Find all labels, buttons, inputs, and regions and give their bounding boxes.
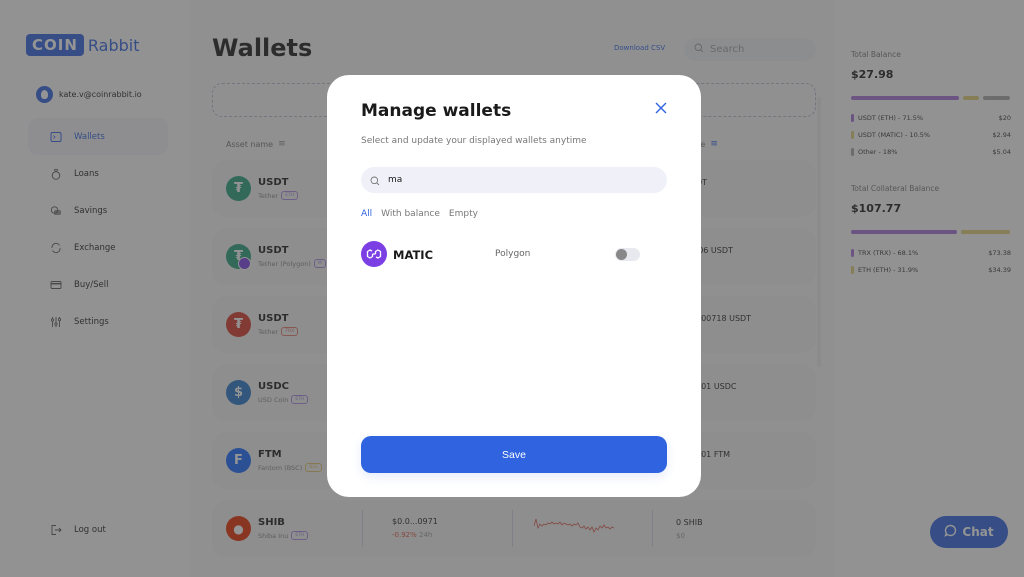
wallet-list-item: MATIC Polygon	[361, 241, 641, 267]
modal-subtitle: Select and update your displayed wallets…	[361, 136, 587, 146]
wallet-search-field[interactable]	[361, 167, 667, 193]
filter-tab-with-balance[interactable]: With balance	[381, 209, 440, 219]
save-button[interactable]: Save	[361, 436, 667, 473]
search-icon	[370, 171, 380, 190]
wallet-filter-tabs: All With balance Empty	[361, 209, 478, 219]
close-icon	[655, 102, 667, 114]
filter-tab-all[interactable]: All	[361, 209, 372, 219]
toggle-knob	[616, 249, 627, 260]
wallet-symbol: MATIC	[393, 248, 434, 262]
wallet-visibility-toggle[interactable]	[615, 248, 640, 261]
wallet-search-input[interactable]	[388, 175, 648, 185]
close-button[interactable]	[653, 101, 669, 117]
modal-title: Manage wallets	[361, 101, 512, 121]
filter-tab-empty[interactable]: Empty	[449, 209, 478, 219]
polygon-icon	[361, 241, 387, 267]
wallet-network: Polygon	[495, 249, 531, 259]
manage-wallets-modal: Manage wallets Select and update your di…	[327, 75, 701, 497]
